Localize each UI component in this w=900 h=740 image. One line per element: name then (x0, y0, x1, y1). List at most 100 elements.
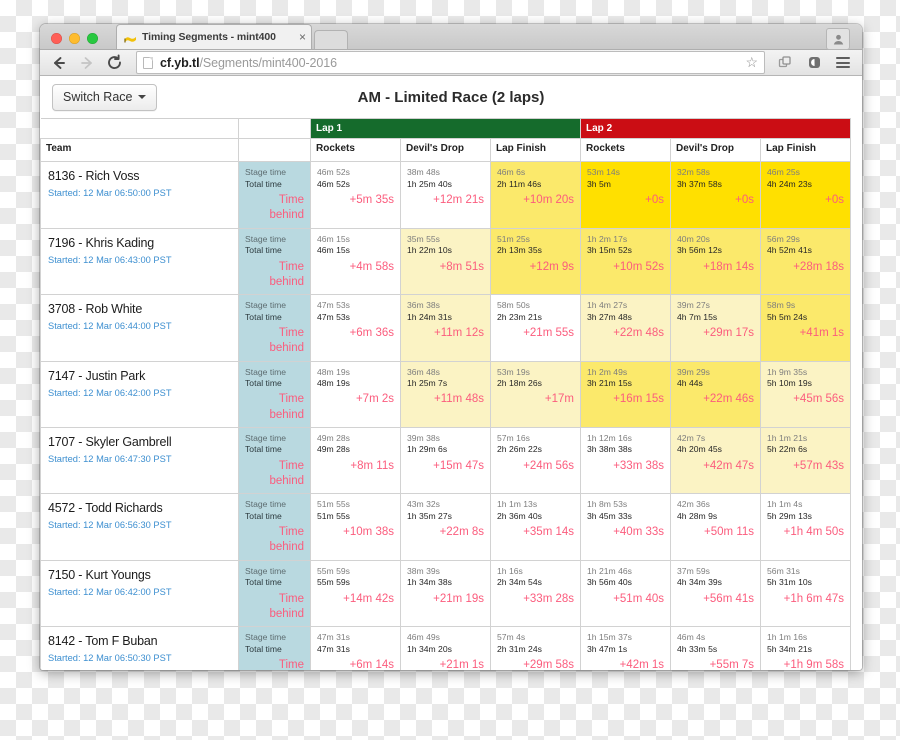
bookmark-star-icon[interactable]: ☆ (739, 54, 758, 71)
segment-cell[interactable]: 39m 29s 4h 44s +22m 46s (670, 360, 762, 428)
segment-cell[interactable]: 1h 1m 4s 5h 29m 13s +1h 4m 50s (760, 493, 852, 561)
team-cell[interactable]: 8136 - Rich Voss Started: 12 Mar 06:50:00… (40, 161, 239, 229)
maximize-window-button[interactable] (87, 33, 98, 44)
segment-cell[interactable]: 1h 2m 49s 3h 21m 15s +16m 15s (580, 360, 672, 428)
column-header-lap2-lap-finish[interactable]: Lap Finish (760, 138, 852, 163)
segment-cell[interactable]: 46m 52s 46m 52s +5m 35s (310, 161, 401, 229)
segment-cell[interactable]: 42m 7s 4h 20m 45s +42m 47s (670, 426, 762, 495)
table-row[interactable]: 1707 - Skyler Gambrell Started: 12 Mar 06… (40, 426, 852, 495)
segment-cell[interactable]: 37m 59s 4h 34m 39s +56m 41s (670, 559, 762, 628)
table-row[interactable]: 8142 - Tom F Buban Started: 12 Mar 06:50:… (40, 626, 852, 670)
segment-stage-time: 53m 19s (497, 366, 530, 377)
team-cell[interactable]: 7196 - Khris Kading Started: 12 Mar 06:43… (40, 227, 239, 296)
segment-cell[interactable]: 32m 58s 3h 37m 58s +0s (670, 161, 762, 229)
minimize-window-button[interactable] (69, 33, 80, 44)
segment-cell[interactable]: 1h 15m 37s 3h 47m 1s +42m 1s (580, 626, 672, 670)
page-header: Switch Race AM - Limited Race (2 laps) (40, 76, 862, 118)
team-cell[interactable]: 8142 - Tom F Buban Started: 12 Mar 06:50:… (40, 626, 239, 670)
segment-cell[interactable]: 46m 15s 46m 15s +4m 58s (310, 227, 401, 296)
segment-time-behind: +33m 28s (523, 592, 575, 605)
segment-cell[interactable]: 51m 55s 51m 55s +10m 38s (310, 493, 401, 561)
team-cell[interactable]: 7150 - Kurt Youngs Started: 12 Mar 06:42:… (40, 559, 239, 628)
segment-cell[interactable]: 47m 31s 47m 31s +6m 14s (310, 626, 401, 670)
table-row[interactable]: 7147 - Justin Park Started: 12 Mar 06:42:… (40, 360, 852, 428)
forward-button[interactable] (78, 54, 95, 71)
segment-cell[interactable]: 39m 27s 4h 7m 15s +29m 17s (670, 294, 762, 362)
team-cell[interactable]: 4572 - Todd Richards Started: 12 Mar 06:5… (40, 493, 239, 561)
segment-cell[interactable]: 53m 14s 3h 5m +0s (580, 161, 672, 229)
extension-icon[interactable] (776, 54, 794, 72)
segment-total-time: 4h 44s (677, 377, 703, 388)
segment-stage-time: 56m 29s (767, 233, 800, 244)
segment-cell[interactable]: 1h 4m 27s 3h 27m 48s +22m 48s (580, 294, 672, 362)
segment-cell[interactable]: 47m 53s 47m 53s +6m 36s (310, 294, 401, 362)
switch-race-button[interactable]: Switch Race (52, 84, 158, 112)
segment-cell[interactable]: 1h 12m 16s 3h 38m 38s +33m 38s (580, 426, 672, 495)
segments-table-container[interactable]: Lap 1 Lap 2 Team Rockets Devil's Drop La… (40, 118, 862, 670)
browser-tab[interactable]: Timing Segments - mint400 × (116, 24, 312, 49)
close-window-button[interactable] (51, 33, 62, 44)
segment-cell[interactable]: 56m 31s 5h 31m 10s +1h 6m 47s (760, 559, 852, 628)
segment-cell[interactable]: 1h 8m 53s 3h 45m 33s +40m 33s (580, 493, 672, 561)
team-cell[interactable]: 1707 - Skyler Gambrell Started: 12 Mar 06… (40, 426, 239, 495)
segment-cell[interactable]: 1h 1m 13s 2h 36m 40s +35m 14s (489, 493, 582, 561)
stage-time-label: Stage time (245, 565, 287, 576)
segment-cell[interactable]: 38m 48s 1h 25m 40s +12m 21s (400, 161, 491, 229)
segment-cell[interactable]: 46m 4s 4h 33m 5s +55m 7s (670, 626, 762, 670)
table-row[interactable]: 7196 - Khris Kading Started: 12 Mar 06:43… (40, 227, 852, 296)
segment-cell[interactable]: 39m 38s 1h 29m 6s +15m 47s (400, 426, 491, 495)
segment-stage-time: 57m 4s (497, 632, 526, 643)
segment-cell[interactable]: 56m 29s 4h 52m 41s +28m 18s (760, 227, 852, 296)
segment-cell[interactable]: 55m 59s 55m 59s +14m 42s (310, 559, 401, 628)
column-header-lap1-devils-drop[interactable]: Devil's Drop (400, 138, 491, 163)
address-bar[interactable]: cf.yb.tl/Segments/mint400-2016 ☆ (136, 51, 765, 75)
segment-cell[interactable]: 35m 55s 1h 22m 10s +8m 51s (400, 227, 491, 296)
profile-icon[interactable] (826, 28, 850, 50)
segment-cell[interactable]: 46m 49s 1h 34m 20s +21m 1s (400, 626, 491, 670)
segment-cell[interactable]: 36m 38s 1h 24m 31s +11m 12s (400, 294, 491, 362)
new-tab-button[interactable] (314, 30, 348, 49)
segment-cell[interactable]: 58m 9s 5h 5m 24s +41m 1s (760, 294, 852, 362)
table-row[interactable]: 3708 - Rob White Started: 12 Mar 06:44:00… (40, 294, 852, 362)
lap-group-spacer-2 (238, 118, 311, 140)
pocket-icon[interactable] (805, 54, 823, 72)
segment-cell[interactable]: 57m 16s 2h 26m 22s +24m 56s (489, 426, 582, 495)
menu-icon[interactable] (834, 54, 852, 72)
lap-group-spacer (40, 118, 239, 140)
column-header-team[interactable]: Team (40, 138, 239, 163)
segment-cell[interactable]: 49m 28s 49m 28s +8m 11s (310, 426, 401, 495)
segment-cell[interactable]: 46m 25s 4h 24m 23s +0s (760, 161, 852, 229)
segment-cell[interactable]: 46m 6s 2h 11m 46s +10m 20s (489, 161, 582, 229)
segment-cell[interactable]: 1h 2m 17s 3h 15m 52s +10m 52s (580, 227, 672, 296)
column-header-lap1-lap-finish[interactable]: Lap Finish (489, 138, 582, 163)
back-button[interactable] (50, 54, 67, 71)
segment-cell[interactable]: 38m 39s 1h 34m 38s +21m 19s (400, 559, 491, 628)
column-header-lap2-rockets[interactable]: Rockets (580, 138, 672, 163)
segment-cell[interactable]: 57m 4s 2h 31m 24s +29m 58s (489, 626, 582, 670)
team-cell[interactable]: 3708 - Rob White Started: 12 Mar 06:44:00… (40, 294, 239, 362)
segment-stage-time: 43m 32s (407, 499, 440, 510)
table-row[interactable]: 7150 - Kurt Youngs Started: 12 Mar 06:42:… (40, 559, 852, 628)
team-cell[interactable]: 7147 - Justin Park Started: 12 Mar 06:42:… (40, 360, 239, 428)
segment-cell[interactable]: 43m 32s 1h 35m 27s +22m 8s (400, 493, 491, 561)
segment-cell[interactable]: 42m 36s 4h 28m 9s +50m 11s (670, 493, 762, 561)
segment-cell[interactable]: 53m 19s 2h 18m 26s +17m (489, 360, 582, 428)
segment-stage-time: 1h 16s (497, 565, 523, 576)
segment-cell[interactable]: 51m 25s 2h 13m 35s +12m 9s (489, 227, 582, 296)
segment-cell[interactable]: 1h 21m 46s 3h 56m 40s +51m 40s (580, 559, 672, 628)
segment-cell[interactable]: 1h 1m 21s 5h 22m 6s +57m 43s (760, 426, 852, 495)
segment-cell[interactable]: 58m 50s 2h 23m 21s +21m 55s (489, 294, 582, 362)
table-row[interactable]: 8136 - Rich Voss Started: 12 Mar 06:50:00… (40, 161, 852, 229)
segment-cell[interactable]: 1h 1m 16s 5h 34m 21s +1h 9m 58s (760, 626, 852, 670)
close-tab-button[interactable]: × (299, 31, 306, 43)
lap-2-label: Lap 2 (586, 123, 613, 135)
segment-cell[interactable]: 36m 48s 1h 25m 7s +11m 48s (400, 360, 491, 428)
reload-button[interactable] (106, 54, 123, 71)
segment-cell[interactable]: 40m 20s 3h 56m 12s +18m 14s (670, 227, 762, 296)
segment-cell[interactable]: 1h 16s 2h 34m 54s +33m 28s (489, 559, 582, 628)
column-header-lap1-rockets[interactable]: Rockets (310, 138, 401, 163)
segment-cell[interactable]: 1h 9m 35s 5h 10m 19s +45m 56s (760, 360, 852, 428)
column-header-lap2-devils-drop[interactable]: Devil's Drop (670, 138, 762, 163)
table-row[interactable]: 4572 - Todd Richards Started: 12 Mar 06:5… (40, 493, 852, 561)
segment-cell[interactable]: 48m 19s 48m 19s +7m 2s (310, 360, 401, 428)
